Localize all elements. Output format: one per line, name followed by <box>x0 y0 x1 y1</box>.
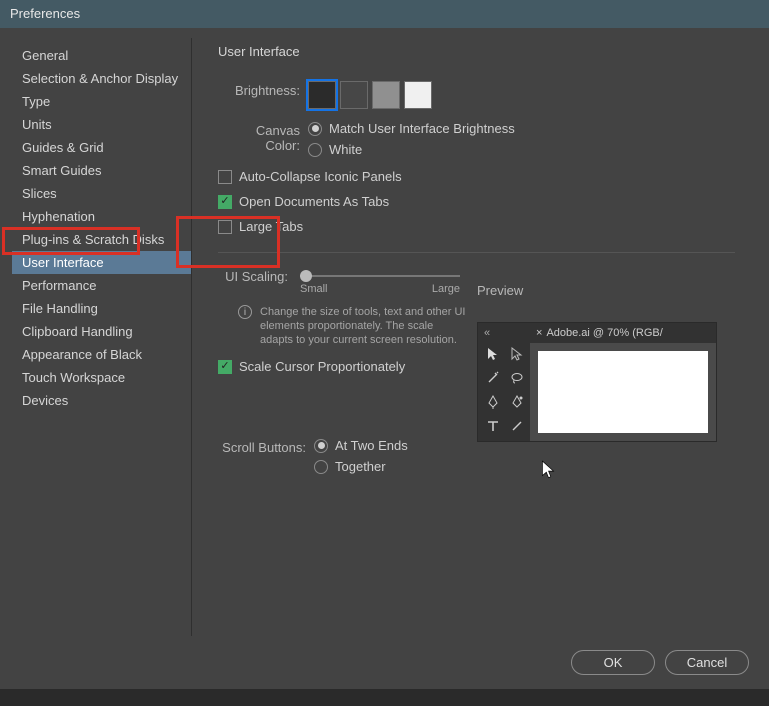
sidebar-item-appearance-black[interactable]: Appearance of Black <box>12 343 191 366</box>
radio-icon <box>314 460 328 474</box>
type-tool-icon <box>482 415 504 437</box>
checkbox-label: Open Documents As Tabs <box>239 194 389 209</box>
sidebar-item-touch-workspace[interactable]: Touch Workspace <box>12 366 191 389</box>
sidebar-item-hyphenation[interactable]: Hyphenation <box>12 205 191 228</box>
hint-text: Change the size of tools, text and other… <box>260 305 468 347</box>
brightness-swatch-lightest[interactable] <box>404 81 432 109</box>
ok-button[interactable]: OK <box>571 650 655 675</box>
tab-text: Adobe.ai @ 70% (RGB/ <box>546 327 662 339</box>
footer: OK Cancel <box>0 636 769 689</box>
canvas-color-row: Canvas Color: Match User Interface Brigh… <box>218 121 757 157</box>
checkbox-icon <box>218 195 232 209</box>
radio-icon <box>308 122 322 136</box>
window-title: Preferences <box>10 6 80 21</box>
sidebar-item-file-handling[interactable]: File Handling <box>12 297 191 320</box>
curvature-tool-icon <box>506 391 528 413</box>
scroll-together[interactable]: Together <box>314 459 408 474</box>
sidebar-item-clipboard[interactable]: Clipboard Handling <box>12 320 191 343</box>
checkbox-icon <box>218 170 232 184</box>
direct-select-tool-icon <box>506 343 528 365</box>
canvas-color-label: Canvas Color: <box>218 121 308 153</box>
sidebar-item-performance[interactable]: Performance <box>12 274 191 297</box>
collapse-icon: « <box>482 327 526 343</box>
radio-label: Together <box>335 459 386 474</box>
preview-block: Preview « <box>477 283 717 442</box>
preview-box: « × Adobe.ai @ 70% (R <box>477 322 717 442</box>
slider-thumb[interactable] <box>300 270 312 282</box>
checkbox-label: Auto-Collapse Iconic Panels <box>239 169 402 184</box>
panel-title: User Interface <box>218 44 757 59</box>
lasso-tool-icon <box>506 367 528 389</box>
sidebar-item-selection[interactable]: Selection & Anchor Display <box>12 67 191 90</box>
canvas-color-match[interactable]: Match User Interface Brightness <box>308 121 515 136</box>
titlebar: Preferences <box>0 0 769 28</box>
brightness-swatches <box>308 81 432 109</box>
preview-label: Preview <box>477 283 717 298</box>
slider-min-label: Small <box>300 283 328 295</box>
sidebar-item-guides-grid[interactable]: Guides & Grid <box>12 136 191 159</box>
brightness-row: Brightness: <box>218 81 757 109</box>
radio-icon <box>308 143 322 157</box>
sidebar: General Selection & Anchor Display Type … <box>12 38 192 636</box>
sidebar-item-plugins[interactable]: Plug-ins & Scratch Disks <box>12 228 191 251</box>
ui-scaling-label: UI Scaling: <box>218 267 296 284</box>
sidebar-item-slices[interactable]: Slices <box>12 182 191 205</box>
scroll-two-ends[interactable]: At Two Ends <box>314 438 408 453</box>
scroll-buttons-label: Scroll Buttons: <box>218 438 314 455</box>
brightness-label: Brightness: <box>218 81 308 98</box>
preview-tab: × Adobe.ai @ 70% (RGB/ <box>530 323 716 343</box>
brightness-swatch-darkest[interactable] <box>308 81 336 109</box>
brightness-swatch-light[interactable] <box>372 81 400 109</box>
open-docs-tabs-checkbox[interactable]: Open Documents As Tabs <box>218 194 757 209</box>
preview-toolbar: « <box>478 323 530 441</box>
checkbox-label: Large Tabs <box>239 219 303 234</box>
sidebar-item-type[interactable]: Type <box>12 90 191 113</box>
close-icon: × <box>536 327 542 339</box>
dialog-body: General Selection & Anchor Display Type … <box>0 28 769 636</box>
main-panel: User Interface Brightness: Canvas Color:… <box>192 38 757 636</box>
radio-icon <box>314 439 328 453</box>
radio-label: Match User Interface Brightness <box>329 121 515 136</box>
sidebar-item-devices[interactable]: Devices <box>12 389 191 412</box>
checkbox-label: Scale Cursor Proportionately <box>239 359 405 374</box>
wand-tool-icon <box>482 367 504 389</box>
preview-document: × Adobe.ai @ 70% (RGB/ <box>530 323 716 441</box>
radio-label: At Two Ends <box>335 438 408 453</box>
selection-tool-icon <box>482 343 504 365</box>
cancel-button[interactable]: Cancel <box>665 650 749 675</box>
radio-label: White <box>329 142 362 157</box>
ui-scaling-slider[interactable]: Small Large <box>300 267 460 295</box>
auto-collapse-checkbox[interactable]: Auto-Collapse Iconic Panels <box>218 169 757 184</box>
checks-block: Auto-Collapse Iconic Panels Open Documen… <box>218 169 757 234</box>
large-tabs-checkbox[interactable]: Large Tabs <box>218 219 757 234</box>
sidebar-item-smart-guides[interactable]: Smart Guides <box>12 159 191 182</box>
preview-canvas <box>538 351 708 433</box>
divider <box>218 252 735 253</box>
info-icon: i <box>238 305 252 319</box>
slider-max-label: Large <box>432 283 460 295</box>
scroll-buttons-row: Scroll Buttons: At Two Ends Together <box>218 438 757 474</box>
canvas-color-white[interactable]: White <box>308 142 515 157</box>
line-tool-icon <box>506 415 528 437</box>
sidebar-item-user-interface[interactable]: User Interface <box>12 251 191 274</box>
pen-tool-icon <box>482 391 504 413</box>
sidebar-item-units[interactable]: Units <box>12 113 191 136</box>
checkbox-icon <box>218 220 232 234</box>
brightness-swatch-dark[interactable] <box>340 81 368 109</box>
ui-scaling-hint: i Change the size of tools, text and oth… <box>238 305 468 347</box>
sidebar-item-general[interactable]: General <box>12 44 191 67</box>
checkbox-icon <box>218 360 232 374</box>
